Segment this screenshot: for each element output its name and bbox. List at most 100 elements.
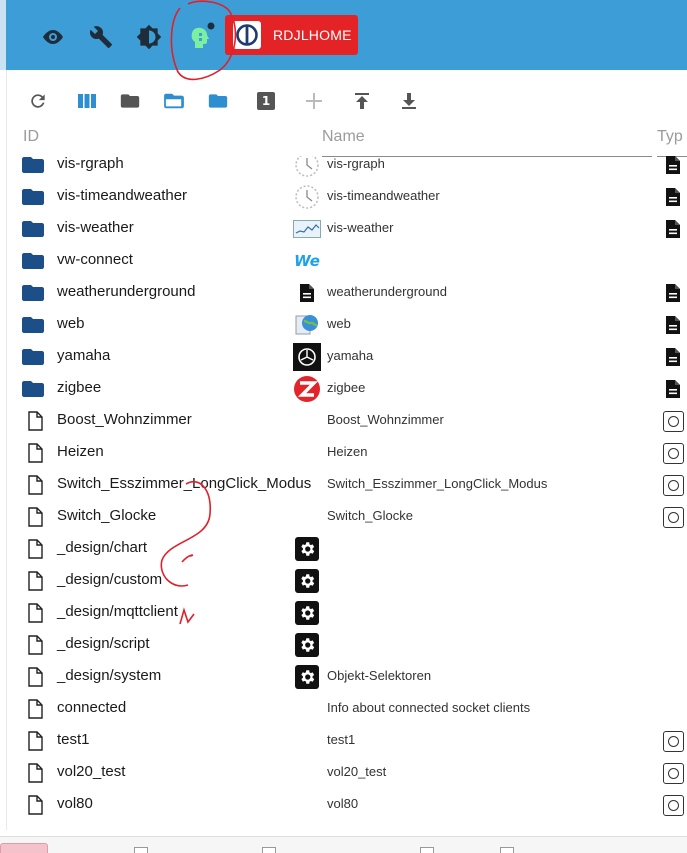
file-icon — [27, 571, 51, 591]
table-row[interactable]: _design/chart — [7, 532, 687, 564]
checkbox[interactable] — [134, 847, 148, 853]
columns-icon[interactable] — [72, 86, 102, 116]
row-id: vis-weather — [57, 219, 134, 236]
row-id: _design/chart — [57, 539, 148, 556]
column-header-name[interactable]: Name — [322, 128, 652, 157]
table-row[interactable]: weatherunderground weatherunderground — [7, 276, 687, 308]
row-name: Boost_Wohnzimmer — [327, 412, 444, 427]
page: RDJLHOME 1 ID Name Typ vis-rgraph vis-rg… — [0, 0, 687, 853]
iobroker-logo-icon — [233, 21, 261, 49]
document-type-icon — [662, 313, 684, 337]
checkbox[interactable] — [500, 847, 514, 853]
weather-chart-icon — [293, 215, 321, 243]
clock-icon — [293, 156, 321, 179]
document-type-icon — [662, 217, 684, 241]
row-id: vis-rgraph — [57, 156, 124, 172]
row-id: vol20_test — [57, 763, 126, 780]
table-row[interactable]: vol80 vol80 — [7, 788, 687, 820]
folder-icon[interactable] — [115, 86, 145, 116]
file-icon — [27, 411, 51, 431]
file-icon — [27, 667, 51, 687]
table-row[interactable]: vw-connect We — [7, 244, 687, 276]
table-row[interactable]: Heizen Heizen — [7, 436, 687, 468]
table-row[interactable]: web web — [7, 308, 687, 340]
expert-mode-icon[interactable] — [184, 20, 218, 54]
table-row[interactable]: connected Info about connected socket cli… — [7, 692, 687, 724]
file-icon — [27, 763, 51, 783]
file-icon — [27, 795, 51, 815]
table-row[interactable]: _design/custom — [7, 564, 687, 596]
add-icon[interactable] — [299, 86, 329, 116]
table-row[interactable]: _design/mqttclient — [7, 596, 687, 628]
table-row[interactable]: _design/script — [7, 628, 687, 660]
row-name: vis-timeandweather — [327, 188, 440, 203]
table-row[interactable]: zigbee zigbee — [7, 372, 687, 404]
row-id: Switch_Glocke — [57, 507, 157, 524]
row-name: vis-rgraph — [327, 156, 385, 171]
row-name: Info about connected socket clients — [327, 700, 531, 715]
refresh-icon[interactable] — [23, 86, 53, 116]
row-name: Heizen — [327, 444, 368, 459]
row-id: web — [57, 315, 85, 332]
gear-icon — [293, 567, 321, 595]
row-id: Heizen — [57, 443, 104, 460]
table-row[interactable]: Switch_Glocke Switch_Glocke — [7, 500, 687, 532]
number-badge-icon[interactable]: 1 — [251, 86, 281, 116]
document-icon — [293, 279, 321, 307]
pink-button[interactable] — [0, 843, 48, 853]
download-icon[interactable] — [394, 86, 424, 116]
folder-icon — [21, 347, 45, 367]
checkbox[interactable] — [420, 847, 434, 853]
gear-icon — [293, 631, 321, 659]
table-row[interactable]: vis-weather vis-weather — [7, 212, 687, 244]
file-icon — [27, 699, 51, 719]
state-type-icon — [662, 473, 684, 497]
row-name: Switch_Esszimmer_LongClick_Modus — [327, 476, 548, 491]
brightness-icon[interactable] — [132, 20, 166, 54]
folder-icon — [21, 251, 45, 271]
folder-icon — [21, 187, 45, 207]
checkbox[interactable] — [262, 847, 276, 853]
row-id: Boost_Wohnzimmer — [57, 411, 192, 428]
table-row[interactable]: Boost_Wohnzimmer Boost_Wohnzimmer — [7, 404, 687, 436]
brand-button[interactable]: RDJLHOME — [225, 15, 358, 55]
row-name: web — [327, 316, 351, 331]
yamaha-logo-icon — [293, 343, 321, 371]
column-header-id[interactable]: ID — [23, 128, 39, 158]
table-row[interactable]: test1 test1 — [7, 724, 687, 756]
row-name: Switch_Glocke — [327, 508, 413, 523]
upload-icon[interactable] — [347, 86, 377, 116]
table-row[interactable]: vol20_test vol20_test — [7, 756, 687, 788]
table-row[interactable]: yamaha yamaha — [7, 340, 687, 372]
file-icon — [27, 475, 51, 495]
brand-label: RDJLHOME — [273, 27, 352, 43]
row-id: _design/mqttclient — [57, 603, 178, 620]
wrench-icon[interactable] — [84, 20, 118, 54]
row-id: vw-connect — [57, 251, 133, 268]
bottom-bar — [0, 836, 687, 853]
file-icon — [27, 635, 51, 655]
folder-open-icon[interactable] — [159, 86, 189, 116]
column-header-type[interactable]: Typ — [657, 128, 687, 157]
row-id: weatherunderground — [57, 283, 196, 300]
row-id: _design/script — [57, 635, 150, 652]
state-type-icon — [662, 409, 684, 433]
row-name: yamaha — [327, 348, 374, 363]
eye-icon[interactable] — [36, 20, 70, 54]
table-row[interactable]: vis-rgraph vis-rgraph — [7, 156, 687, 180]
row-id: test1 — [57, 731, 90, 748]
state-type-icon — [662, 441, 684, 465]
row-name: vol80 — [327, 796, 359, 811]
state-type-icon — [662, 505, 684, 529]
object-list: vis-rgraph vis-rgraph vis-timeandweather vi… — [7, 156, 687, 830]
folder-blue-icon[interactable] — [203, 86, 233, 116]
zigbee-logo-icon — [293, 375, 321, 403]
row-id: yamaha — [57, 347, 111, 364]
vw-logo-text: We — [294, 252, 320, 270]
table-row[interactable]: Switch_Esszimmer_LongClick_Modus Switch_E… — [7, 468, 687, 500]
document-type-icon — [662, 345, 684, 369]
document-type-icon — [662, 377, 684, 401]
table-row[interactable]: vis-timeandweather vis-timeandweather — [7, 180, 687, 212]
table-row[interactable]: _design/system Objekt-Selektoren — [7, 660, 687, 692]
file-icon — [27, 539, 51, 559]
